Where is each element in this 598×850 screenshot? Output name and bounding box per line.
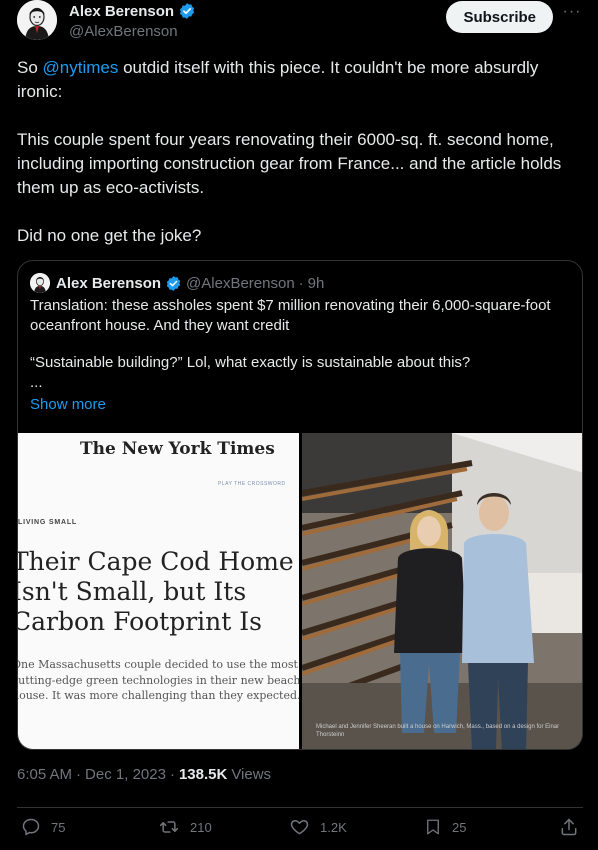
post-paragraph-2: This couple spent four years renovating …	[17, 130, 562, 197]
repost-count: 210	[190, 819, 212, 835]
meta-separator: ·	[76, 766, 82, 783]
repost-button[interactable]: 210	[158, 817, 212, 837]
bookmark-count: 25	[452, 819, 467, 835]
quoted-timestamp: 9h	[307, 274, 325, 292]
quoted-line-2: “Sustainable building?” Lol, what exactl…	[30, 354, 471, 371]
quoted-author-name: Alex Berenson	[56, 274, 162, 292]
post-text: So @nytimes outdid itself with this piec…	[17, 56, 583, 248]
quoted-author-handle: @AlexBerenson	[186, 274, 295, 292]
author-avatar[interactable]	[17, 0, 57, 40]
quoted-separator: ·	[298, 274, 304, 292]
post-header: Alex Berenson @AlexBerenson Subscribe ··…	[17, 0, 585, 48]
author-name-row: Alex Berenson	[69, 2, 196, 20]
quoted-line-1: Translation: these assholes spent $7 mil…	[30, 297, 551, 334]
author-handle[interactable]: @AlexBerenson	[69, 23, 196, 40]
author-name[interactable]: Alex Berenson	[69, 3, 174, 20]
meta-separator-2: ·	[169, 766, 175, 783]
subscribe-button[interactable]: Subscribe	[446, 1, 553, 33]
couple-photo	[302, 433, 582, 749]
action-bar: 75 210 1.2K 25	[17, 807, 583, 845]
reply-count: 75	[51, 819, 66, 835]
post-meta: 6:05 AM · Dec 1, 2023 · 138.5K Views	[17, 766, 271, 783]
views-label: Views	[231, 766, 272, 783]
quoted-verified-badge-icon	[165, 275, 182, 292]
photo-caption: Michael and Jennifer Sheeran built a hou…	[316, 724, 560, 738]
post-date[interactable]: Dec 1, 2023	[85, 766, 166, 783]
like-button[interactable]: 1.2K	[289, 817, 347, 837]
quoted-post-text: Translation: these assholes spent $7 mil…	[30, 296, 570, 393]
share-icon	[561, 818, 577, 836]
quoted-author-avatar	[30, 273, 50, 293]
couple-photo-image[interactable]: Michael and Jennifer Sheeran built a hou…	[302, 433, 582, 749]
bookmark-icon	[427, 819, 439, 835]
heart-icon	[290, 820, 309, 835]
quoted-media-grid: The New York Times PLAY THE CROSSWORD LI…	[18, 433, 582, 749]
nyt-masthead: The New York Times	[80, 439, 275, 459]
mention-link[interactable]: @nytimes	[43, 58, 119, 77]
reply-button[interactable]: 75	[21, 817, 65, 837]
views-count: 138.5K	[178, 766, 228, 783]
bookmark-button[interactable]: 25	[424, 817, 466, 837]
nyt-kicker: LIVING SMALL	[18, 519, 77, 526]
quoted-ellipsis: ...	[30, 374, 43, 391]
nyt-summary: One Massachusetts couple decided to use …	[18, 658, 299, 702]
post-lead: So	[17, 58, 43, 77]
show-more-link[interactable]: Show more	[30, 396, 106, 413]
repost-icon	[159, 821, 179, 833]
nyt-article-image[interactable]: The New York Times PLAY THE CROSSWORD LI…	[18, 433, 299, 749]
nyt-crossword-link: PLAY THE CROSSWORD	[218, 481, 286, 487]
share-button[interactable]	[559, 817, 579, 837]
reply-icon	[22, 818, 40, 836]
quoted-post-header: Alex Berenson @AlexBerenson · 9h	[30, 273, 324, 293]
more-options-icon[interactable]: ···	[561, 4, 583, 26]
like-count: 1.2K	[320, 819, 347, 835]
post-time[interactable]: 6:05 AM	[17, 766, 72, 783]
post-paragraph-1: So @nytimes outdid itself with this piec…	[17, 56, 583, 104]
nyt-headline: Their Cape Cod Home Isn't Small, but Its…	[18, 547, 294, 636]
author-block: Alex Berenson @AlexBerenson	[69, 2, 196, 40]
quoted-post-card[interactable]: Alex Berenson @AlexBerenson · 9h Transla…	[17, 260, 583, 750]
post-paragraph-3: Did no one get the joke?	[17, 226, 202, 245]
verified-badge-icon	[178, 2, 196, 20]
